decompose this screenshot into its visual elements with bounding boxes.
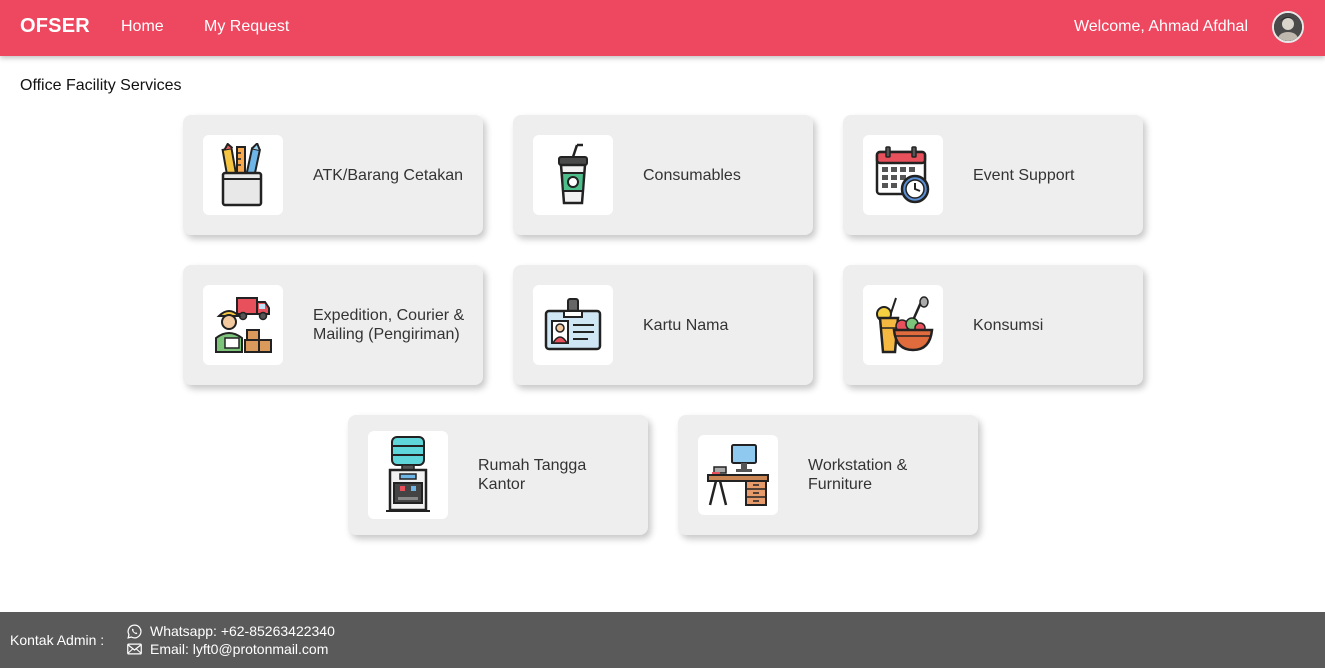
top-navbar: OFSER Home My Request Welcome, Ahmad Afd… [0,0,1325,56]
courier-icon [215,297,272,353]
stationery-icon [221,143,263,207]
card-icon-box [203,135,283,215]
whatsapp-number: Whatsapp: +62-85263422340 [150,623,335,639]
water-dispenser-icon [386,436,430,512]
card-icon-box [203,285,283,365]
service-card-consumables[interactable]: Consumables [513,115,813,235]
card-icon-box [863,285,943,365]
food-drink-icon [876,296,934,354]
email-contact[interactable]: Email: lyft0@protonmail.com [127,641,328,657]
card-label: Workstation & Furniture [808,457,908,493]
card-label: Expedition, Courier & Mailing (Pengirima… [313,307,465,343]
card-label: Event Support [973,166,1075,184]
whatsapp-contact[interactable]: Whatsapp: +62-85263422340 [127,623,335,639]
avatar-photo-icon [1274,13,1302,41]
id-card-icon [544,298,602,351]
workstation-desk-icon [707,444,769,506]
footer: Kontak Admin : Whatsapp: +62-85263422340… [0,612,1325,668]
card-icon-box [698,435,778,515]
card-icon-box [533,285,613,365]
service-card-workstation-furniture[interactable]: Workstation & Furniture [678,415,978,535]
service-card-atk[interactable]: ATK/Barang Cetakan [183,115,483,235]
service-card-rumah-tangga-kantor[interactable]: Rumah Tangga Kantor [348,415,648,535]
card-label: Konsumsi [973,316,1044,334]
drink-cup-icon [558,143,588,205]
brand-logo[interactable]: OFSER [20,15,90,38]
card-label: Rumah Tangga Kantor [478,457,587,493]
card-label: Consumables [643,166,741,184]
nav-my-request-link[interactable]: My Request [204,18,289,36]
card-icon-box [533,135,613,215]
page-title: Office Facility Services [20,77,182,94]
service-card-kartu-nama[interactable]: Kartu Nama [513,265,813,385]
whatsapp-icon [127,624,142,639]
card-label: Kartu Nama [643,316,729,334]
welcome-text: Welcome, Ahmad Afdhal [1073,18,1248,35]
kontak-admin-label: Kontak Admin : [10,632,105,648]
service-card-expedition[interactable]: Expedition, Courier & Mailing (Pengirima… [183,265,483,385]
calendar-clock-icon [875,146,930,204]
user-avatar[interactable] [1272,11,1304,43]
card-label: ATK/Barang Cetakan [313,166,464,184]
card-icon-box [368,431,448,519]
email-address: Email: lyft0@protonmail.com [150,641,329,657]
card-icon-box [863,135,943,215]
nav-home-link[interactable]: Home [121,18,164,36]
email-icon [127,643,142,655]
service-card-konsumsi[interactable]: Konsumsi [843,265,1143,385]
service-card-event-support[interactable]: Event Support [843,115,1143,235]
